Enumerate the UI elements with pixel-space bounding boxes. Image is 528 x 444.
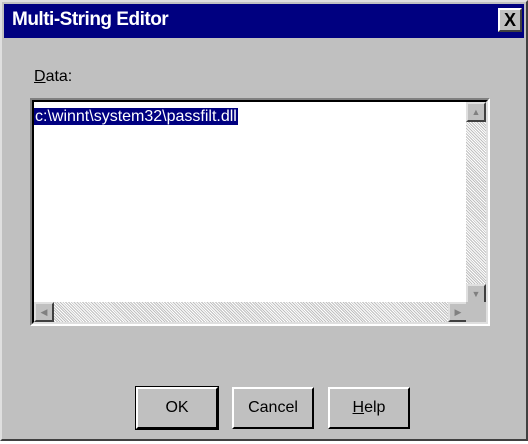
selected-text[interactable]: c:\winnt\system32\passfilt.dll [34, 108, 238, 125]
data-textarea[interactable]: c:\winnt\system32\passfilt.dll ▲ ▼ ◀ ▶ [30, 98, 490, 326]
help-button-label-rest: elp [364, 399, 386, 416]
chevron-right-icon: ▶ [454, 306, 462, 317]
help-button-mnemonic: H [352, 399, 365, 416]
title-bar[interactable]: Multi-String Editor X [4, 4, 524, 38]
scroll-up-button[interactable]: ▲ [466, 102, 486, 122]
ok-button[interactable]: OK [135, 386, 219, 430]
data-label: Data: [34, 68, 72, 86]
close-icon: X [503, 10, 516, 30]
horizontal-scrollbar[interactable]: ◀ ▶ [34, 302, 468, 322]
ok-button-label: OK [165, 399, 189, 416]
close-button[interactable]: X [498, 8, 522, 32]
vertical-scrollbar[interactable]: ▲ ▼ [466, 102, 486, 304]
scroll-left-button[interactable]: ◀ [34, 302, 54, 322]
cancel-button-label: Cancel [248, 399, 298, 416]
cancel-button[interactable]: Cancel [232, 387, 314, 429]
multi-string-editor-dialog: Multi-String Editor X Data: c:\winnt\sys… [0, 0, 528, 441]
data-label-rest: ata: [45, 68, 73, 85]
scroll-down-button[interactable]: ▼ [466, 284, 486, 304]
data-line[interactable]: c:\winnt\system32\passfilt.dll [34, 108, 238, 126]
chevron-up-icon: ▲ [471, 107, 481, 117]
chevron-down-icon: ▼ [471, 289, 481, 299]
scrollbar-corner [466, 302, 486, 322]
data-label-mnemonic: D [34, 68, 46, 85]
textarea-frame: c:\winnt\system32\passfilt.dll ▲ ▼ ◀ ▶ [32, 100, 488, 324]
chevron-left-icon: ◀ [40, 306, 48, 317]
help-button[interactable]: Help [328, 387, 410, 429]
window-title: Multi-String Editor [12, 9, 169, 30]
scroll-right-button[interactable]: ▶ [448, 302, 468, 322]
